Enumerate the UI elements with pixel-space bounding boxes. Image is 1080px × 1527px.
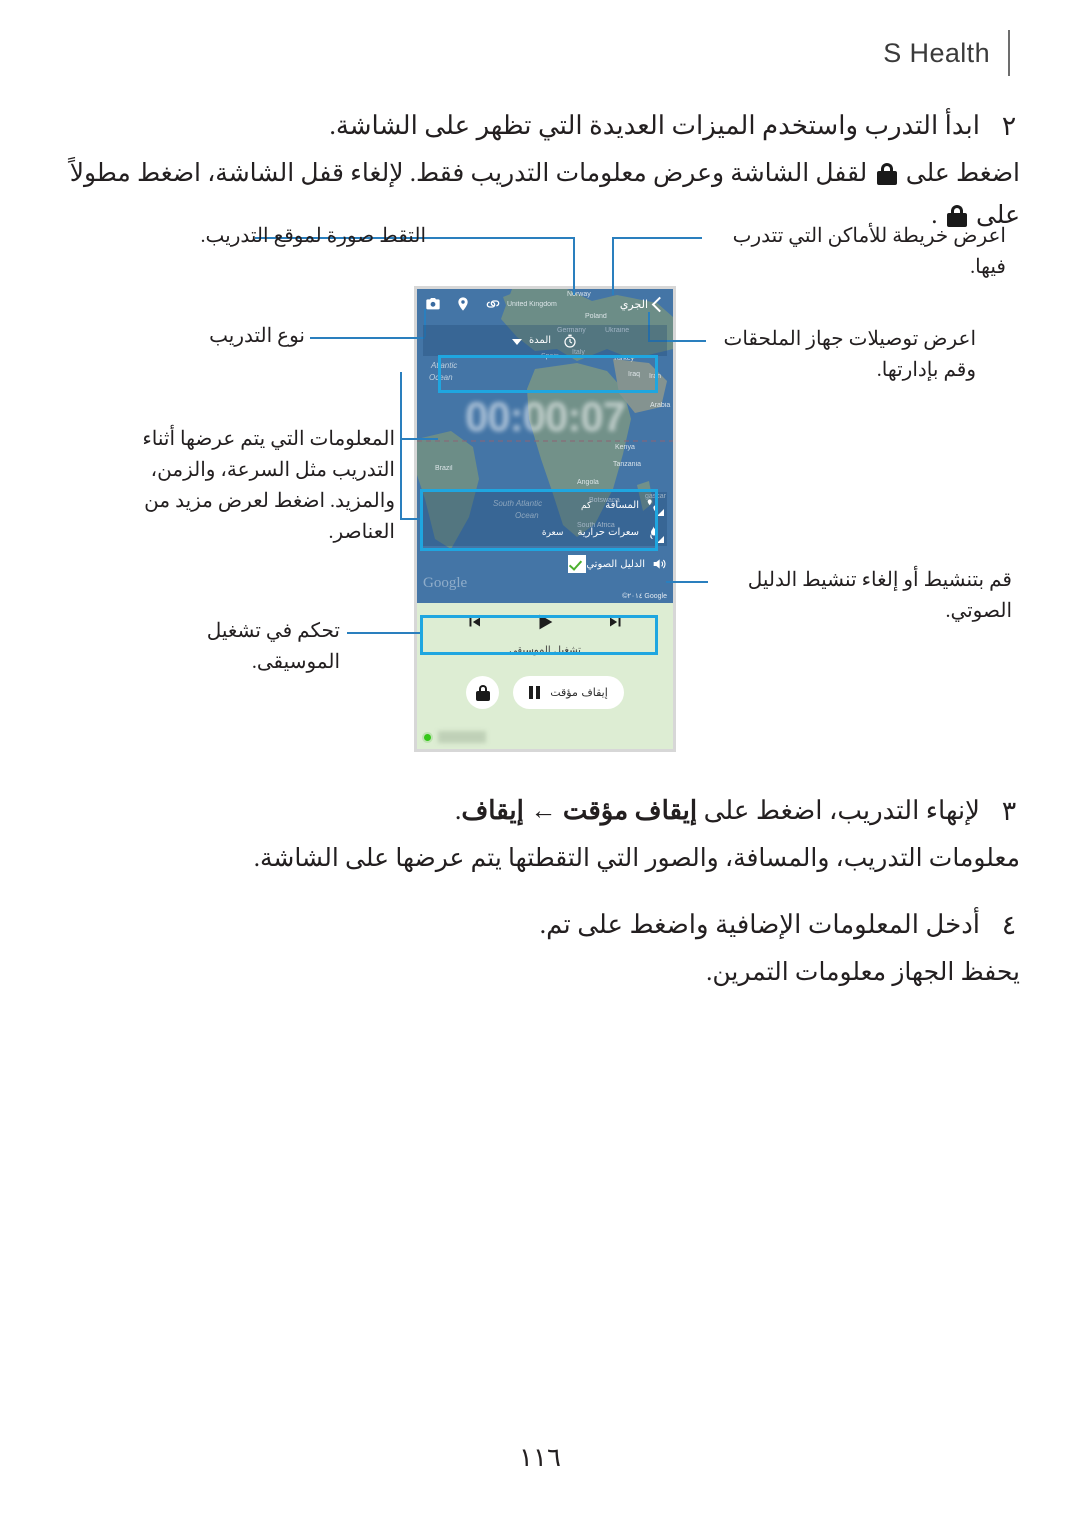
map-place-label: Angola xyxy=(577,479,599,486)
metrics-panel[interactable]: المسافة كم سعرات حرارية سعرة xyxy=(423,492,667,546)
voice-guide-row[interactable]: الدليل الصوتي xyxy=(423,551,667,577)
page-number: ١١٦ xyxy=(519,1443,561,1472)
duration-label: المدة xyxy=(528,335,552,346)
google-watermark: Google xyxy=(423,575,468,591)
chevron-down-icon[interactable] xyxy=(511,339,522,345)
callout-capture-photo: التقط صورة لموقع التدريب. xyxy=(200,225,426,247)
map-place-label: Kenya xyxy=(615,444,635,451)
page-header: S Health xyxy=(883,30,1010,76)
map-place-label: Turkey xyxy=(613,355,635,362)
step-3-prefix: لإنهاء التدريب، اضغط على xyxy=(703,796,980,825)
media-controls xyxy=(417,603,673,641)
phone-mockup: Norway United Kingdom Poland Germany Ukraine… xyxy=(414,286,676,752)
voice-guide-label: الدليل الصوتي xyxy=(586,558,645,570)
leader-map-view xyxy=(612,237,702,239)
metric-unit-distance: كم xyxy=(581,500,592,511)
topbar-icon-group xyxy=(425,296,501,312)
step-2-text: ابدأ التدرب واستخدم الميزات العديدة التي… xyxy=(329,111,980,140)
gps-status xyxy=(422,731,486,743)
lock-button[interactable] xyxy=(466,676,500,709)
callout-accessories: اعرض توصيلات جهاز الملحقات وقم بإدارتها. xyxy=(723,328,977,381)
callout-music-control: تحكم في تشغيل الموسيقى. xyxy=(206,620,340,673)
instructions-bottom: ٣ لإنهاء التدريب، اضغط على إيقاف مؤقت ← … xyxy=(60,790,1020,996)
play-icon[interactable] xyxy=(534,611,556,633)
topbar-left-group: الجري xyxy=(619,296,668,312)
leader-map-view-vertical xyxy=(612,237,614,295)
location-pin-icon[interactable] xyxy=(455,296,471,312)
map-place-label: Ocean xyxy=(429,373,453,382)
step-2: ٢ ابدأ التدرب واستخدم الميزات العديدة ال… xyxy=(60,105,1020,147)
leader-workout-type xyxy=(310,337,425,339)
stopwatch-icon xyxy=(564,334,576,348)
map-place-label: Atlantic xyxy=(431,361,458,370)
speaker-icon xyxy=(653,559,666,569)
metric-unit-calories: سعرة xyxy=(541,527,564,538)
step-3: ٣ لإنهاء التدريب، اضغط على إيقاف مؤقت ← … xyxy=(60,790,1020,832)
step-3-number: ٣ xyxy=(1001,796,1017,826)
map-place-label: Iraq xyxy=(628,371,641,378)
step-4-number: ٤ xyxy=(1001,910,1017,940)
music-player-label: تشغيل الموسيقى xyxy=(509,645,581,656)
app-topbar: الجري xyxy=(417,289,673,319)
chevron-left-icon[interactable] xyxy=(651,296,668,312)
step-2-number: ٢ xyxy=(1001,111,1017,141)
duration-inner: المدة xyxy=(511,333,578,349)
action-row: إيقاف مؤقت xyxy=(417,676,673,709)
phone-screen: Norway United Kingdom Poland Germany Ukraine… xyxy=(417,289,673,749)
camera-icon[interactable] xyxy=(425,296,441,312)
gps-status-dot xyxy=(422,731,433,743)
step-4-text: أدخل المعلومات الإضافية واضغط على تم. xyxy=(539,910,980,939)
gps-status-label-blurred xyxy=(438,731,486,743)
pause-button-label: إيقاف مؤقت xyxy=(550,686,608,699)
map-place-label: Iran xyxy=(649,373,662,380)
pause-icon xyxy=(529,686,541,699)
lock-icon xyxy=(475,684,490,701)
metric-label-distance: المسافة xyxy=(605,500,639,511)
duration-row[interactable]: المدة xyxy=(423,325,667,356)
metric-row-distance[interactable]: المسافة كم xyxy=(423,492,667,519)
link-chain-icon[interactable] xyxy=(485,296,501,312)
player-area: تشغيل الموسيقى إيقاف مؤقت xyxy=(417,603,673,749)
leader-info-during-lower xyxy=(400,518,422,520)
lock-icon xyxy=(876,163,897,185)
step-4-note: يحفظ الجهاز معلومات التمرين. xyxy=(706,959,1020,986)
step-3-bold: إيقاف مؤقت ← إيقاف xyxy=(461,796,698,825)
instructions-top: ٢ ابدأ التدرب واستخدم الميزات العديدة ال… xyxy=(60,105,1020,239)
leader-voice-guide xyxy=(666,581,708,583)
step-3-text: لإنهاء التدريب، اضغط على إيقاف مؤقت ← إي… xyxy=(60,790,980,832)
page-title: S Health xyxy=(883,37,990,68)
workout-title: الجري xyxy=(619,297,648,311)
step-3-note: معلومات التدريب، والمسافة، والصور التي ا… xyxy=(253,845,1020,872)
metric-row-calories[interactable]: سعرات حرارية سعرة xyxy=(423,519,667,546)
google-credit: ©٢٠١٤ Google xyxy=(622,593,667,600)
leader-info-during-vertical xyxy=(400,372,402,520)
callout-voice-guide: قم بتنشيط أو إلغاء تنشيط الدليل الصوتي. xyxy=(747,569,1012,622)
voice-guide-checkbox[interactable] xyxy=(568,555,587,573)
header-divider xyxy=(1008,30,1010,76)
map-place-label: Brazil xyxy=(435,465,453,472)
callout-workout-type: نوع التدريب xyxy=(209,325,305,347)
metric-label-calories: سعرات حرارية xyxy=(577,527,639,538)
map-area[interactable]: Norway United Kingdom Poland Germany Ukraine… xyxy=(417,289,673,603)
step-2-note-before: اضغط على xyxy=(905,160,1020,187)
leader-capture-photo-vertical xyxy=(573,237,575,295)
workout-timer: 00:00:07 xyxy=(464,393,626,440)
leader-music-control xyxy=(347,632,422,634)
callout-map-view: اعرض خريطة للأماكن التي تتدرب فيها. xyxy=(732,225,1006,278)
skip-next-icon[interactable] xyxy=(607,613,625,631)
duration-panel[interactable]: المدة xyxy=(423,325,667,356)
expand-corner-icon[interactable] xyxy=(657,509,664,516)
skip-previous-icon[interactable] xyxy=(465,613,483,631)
pause-button[interactable]: إيقاف مؤقت xyxy=(513,676,624,709)
map-place-label: Tanzania xyxy=(613,461,642,468)
expand-corner-icon[interactable] xyxy=(657,536,664,543)
step-4: ٤ أدخل المعلومات الإضافية واضغط على تم. xyxy=(60,904,1020,946)
callout-info-during: المعلومات التي يتم عرضها أثناء التدريب م… xyxy=(142,428,395,543)
